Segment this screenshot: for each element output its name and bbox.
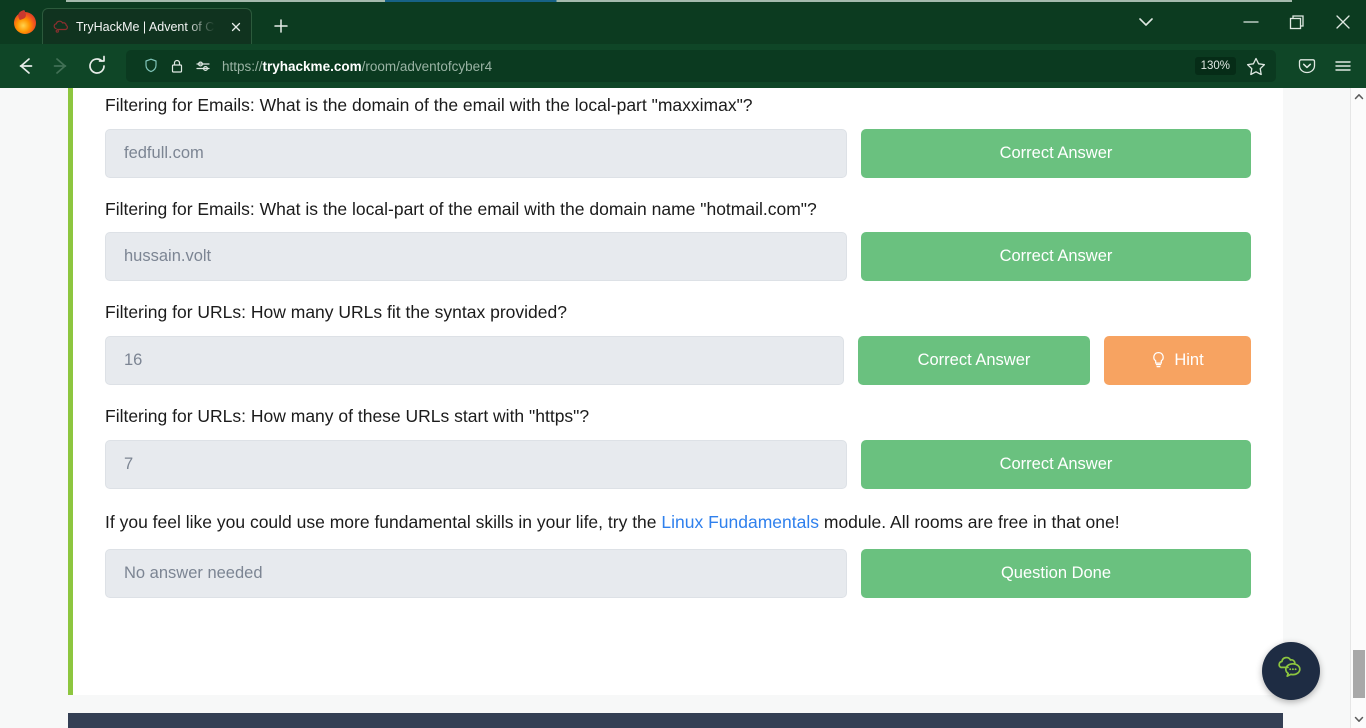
url-domain: tryhackme.com [262, 58, 362, 74]
tryhackme-favicon-icon [53, 19, 69, 35]
pocket-icon[interactable] [1292, 52, 1322, 80]
section-gap [0, 695, 1350, 713]
correct-answer-button[interactable]: Correct Answer [858, 335, 1090, 385]
question-block: Filtering for Emails: What is the local-… [105, 192, 1251, 282]
address-bar[interactable]: https://tryhackme.com/room/adventofcyber… [126, 50, 1276, 82]
padlock-icon[interactable] [164, 55, 190, 77]
scrollbar-thumb[interactable] [1353, 650, 1365, 698]
question-title: Filtering for URLs: How many of these UR… [105, 405, 590, 426]
browser-window: TryHackMe | Advent of Cyber 2 [0, 0, 1366, 728]
minimize-button[interactable] [1228, 2, 1274, 42]
page-scrollbar[interactable] [1350, 88, 1366, 728]
browser-navbar: https://tryhackme.com/room/adventofcyber… [0, 44, 1366, 88]
url-text[interactable]: https://tryhackme.com/room/adventofcyber… [222, 59, 1195, 74]
hint-button[interactable]: Hint [1104, 335, 1251, 385]
question-title: Filtering for URLs: How many URLs fit th… [105, 302, 567, 323]
new-tab-button[interactable] [266, 11, 296, 41]
answer-input[interactable] [105, 335, 844, 385]
page-viewport: Filtering for Emails: What is the domain… [0, 88, 1366, 728]
answer-input[interactable] [105, 232, 847, 282]
browser-tab[interactable]: TryHackMe | Advent of Cyber 2 [42, 8, 252, 44]
url-path: /room/adventofcyber4 [361, 58, 493, 74]
shield-icon[interactable] [138, 55, 164, 77]
closing-paragraph: If you feel like you could use more fund… [105, 509, 1251, 536]
question-block: Filtering for URLs: How many URLs fit th… [105, 295, 1251, 385]
question-block: Filtering for URLs: How many of these UR… [105, 399, 1251, 489]
browser-titlebar: TryHackMe | Advent of Cyber 2 [0, 0, 1366, 44]
maximize-button[interactable] [1274, 2, 1320, 42]
window-top-edge [66, 0, 1292, 2]
answer-input[interactable] [105, 439, 847, 489]
firefox-logo-icon [14, 12, 36, 34]
url-scheme: https:// [222, 58, 263, 74]
paragraph-text-after-link: module. All rooms are free in that one! [819, 511, 1120, 532]
question-done-button[interactable]: Question Done [861, 548, 1251, 598]
back-button[interactable] [8, 50, 42, 82]
task-content-card: Filtering for Emails: What is the domain… [68, 88, 1283, 695]
toolbar-right-icons [1292, 52, 1358, 80]
scroll-up-arrow-icon[interactable] [1351, 88, 1366, 105]
hamburger-menu-icon[interactable] [1328, 52, 1358, 80]
window-controls [1120, 0, 1366, 44]
next-section-header [68, 713, 1283, 728]
answer-input[interactable] [105, 128, 847, 178]
question-block: Filtering for Emails: What is the domain… [105, 88, 1251, 178]
close-window-button[interactable] [1320, 2, 1366, 42]
correct-answer-button[interactable]: Correct Answer [861, 128, 1251, 178]
zoom-level-badge[interactable]: 130% [1194, 57, 1236, 75]
paragraph-text-before-link: If you feel like you could use more fund… [105, 511, 662, 532]
question-answer-row: Correct Answer Hint [105, 335, 1251, 385]
final-answer-row: Question Done [105, 548, 1251, 598]
question-answer-row: Correct Answer [105, 439, 1251, 489]
question-answer-row: Correct Answer [105, 128, 1251, 178]
bookmark-star-icon[interactable] [1242, 53, 1270, 79]
correct-answer-button[interactable]: Correct Answer [861, 439, 1251, 489]
no-answer-needed-input[interactable] [105, 548, 847, 598]
cloud-chat-bubble-icon [1275, 654, 1307, 689]
lightbulb-icon [1151, 351, 1166, 369]
chat-support-button[interactable] [1262, 642, 1320, 700]
list-all-tabs-button[interactable] [1120, 2, 1172, 42]
reload-button[interactable] [80, 50, 114, 82]
scroll-down-arrow-icon[interactable] [1351, 711, 1366, 728]
hint-button-label: Hint [1174, 350, 1204, 369]
permissions-icon[interactable] [190, 55, 216, 77]
forward-button[interactable] [44, 50, 78, 82]
correct-answer-button[interactable]: Correct Answer [861, 232, 1251, 282]
question-title: Filtering for Emails: What is the local-… [105, 198, 817, 219]
tab-title: TryHackMe | Advent of Cyber 2 [76, 19, 220, 34]
question-answer-row: Correct Answer [105, 232, 1251, 282]
linux-fundamentals-link[interactable]: Linux Fundamentals [661, 512, 819, 532]
tab-close-icon[interactable] [227, 18, 245, 36]
question-title: Filtering for Emails: What is the domain… [105, 95, 753, 115]
